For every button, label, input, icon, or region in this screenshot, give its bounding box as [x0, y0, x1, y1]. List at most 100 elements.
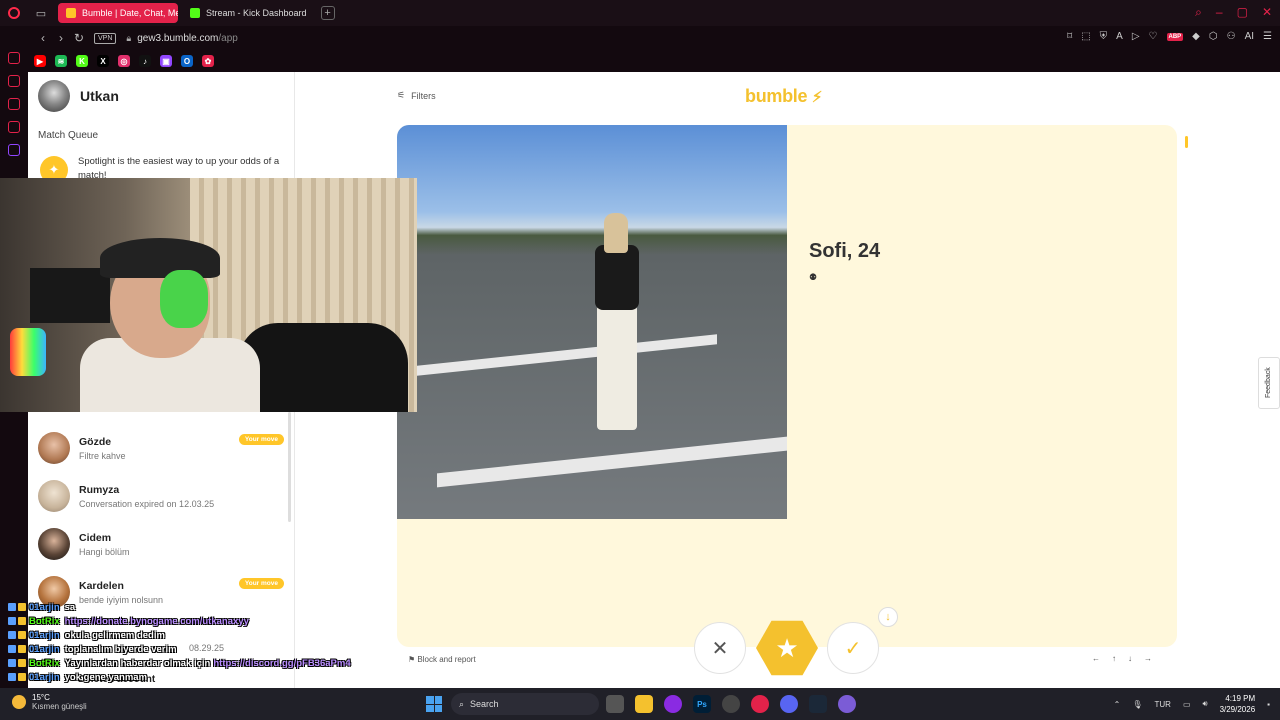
vpn-badge[interactable]: VPN [94, 32, 117, 44]
tab-kick[interactable]: Stream - Kick Dashboard [182, 3, 315, 23]
app-icon[interactable] [664, 695, 682, 713]
system-tray: ⌃ 🎙︎ TUR ▭ 🔊︎ 4:19 PM 3/29/2026 ▪ [1114, 693, 1270, 715]
filters-button[interactable]: ⚟ Filters [397, 90, 436, 101]
like-button[interactable]: ✓ [827, 622, 879, 674]
tab-bumble[interactable]: Bumble | Date, Chat, Meet [58, 3, 178, 23]
list-item[interactable]: Gözde Filtre kahve Your move [38, 428, 288, 468]
url-field[interactable]: gew3.bumble.com/app [137, 33, 238, 44]
conversation-name: Rumyza [79, 483, 120, 496]
app-icon[interactable]: ✿ [202, 55, 214, 67]
volume-icon[interactable]: 🔊︎ [1203, 699, 1208, 709]
clock[interactable]: 4:19 PM 3/29/2026 [1220, 693, 1256, 715]
list-item[interactable]: Cidem Hangi bölüm [38, 524, 288, 564]
window-controls: ⌕ – ▢ ✕ [1195, 5, 1272, 20]
weather-widget[interactable]: 15°C Kısmen güneşli [12, 693, 87, 711]
reload-button[interactable]: ↻ [70, 31, 88, 45]
tab-grid-icon[interactable]: ▭ [28, 0, 54, 26]
conversation-name: Gözde [79, 435, 112, 448]
screen: ▭ Bumble | Date, Chat, Meet Stream - Kic… [0, 0, 1280, 720]
bumble-logo[interactable]: bumble ⚡︎ [745, 86, 822, 107]
conversation-scrollbar[interactable] [288, 412, 291, 522]
x-icon[interactable]: X [97, 55, 109, 67]
start-button[interactable] [426, 696, 442, 712]
lock-icon[interactable]: 🔒︎ [126, 33, 131, 44]
conversation-message: Hangi bölüm [79, 546, 130, 557]
filters-label: Filters [411, 90, 436, 101]
snapshot-icon[interactable]: ⬚ [1081, 31, 1090, 42]
tiktok-icon[interactable]: ♪ [139, 55, 151, 67]
webcam-chair [238, 323, 408, 412]
microphone-icon[interactable]: 🎙︎ [1132, 700, 1142, 709]
messenger-icon[interactable] [8, 98, 20, 110]
back-button[interactable]: ‹ [34, 31, 52, 45]
scroll-down-icon[interactable]: ↓ [878, 607, 898, 627]
pass-button[interactable]: ✕ [694, 622, 746, 674]
discord-icon[interactable] [780, 695, 798, 713]
chat-line: 01arjin toplanalım biyerde verim [8, 642, 388, 656]
close-button[interactable]: ✕ [1262, 5, 1272, 20]
app-icon[interactable] [838, 695, 856, 713]
chat-badges [8, 603, 26, 611]
tab-title: Bumble | Date, Chat, Meet [82, 8, 178, 18]
list-item[interactable]: Rumyza Conversation expired on 12.03.25 [38, 476, 288, 516]
menu-icon[interactable]: ☰ [1263, 31, 1272, 42]
ai-button[interactable]: AI [1245, 31, 1254, 42]
file-explorer-icon[interactable] [635, 695, 653, 713]
profile-name-age: Sofi, 24 [809, 240, 881, 262]
profile-icon[interactable]: ⚇ [1227, 31, 1236, 42]
opera-menu-icon[interactable] [0, 0, 28, 26]
shield-icon[interactable]: ⛨ [1100, 31, 1108, 42]
keyboard-hints: ← ↑ ↓ → [1092, 654, 1152, 663]
puzzle-icon[interactable]: ⬡ [1209, 31, 1218, 42]
obs-icon[interactable] [722, 695, 740, 713]
twitch-sidebar-icon[interactable] [8, 144, 20, 156]
profile-photo[interactable] [397, 125, 787, 519]
new-tab-button[interactable]: + [320, 6, 335, 20]
card-scroll-indicator[interactable] [1185, 136, 1188, 148]
workspace-icon[interactable] [8, 75, 20, 87]
mail-icon[interactable] [8, 121, 20, 133]
chat-line: 01arjin sa [8, 600, 388, 614]
taskbar-apps: Ps [606, 695, 856, 713]
url-domain: gew3.bumble.com [137, 32, 219, 44]
key-right: → [1144, 654, 1152, 663]
translate-icon[interactable]: A [1116, 31, 1123, 42]
search-label: Search [470, 699, 499, 709]
toolbar-icons: ⌑ ⬚ ⛨ A ▷ ♡ ABP ◆ ⬡ ⚇ AI ☰ [1067, 31, 1272, 42]
outlook-icon[interactable]: O [181, 55, 193, 67]
adblock-icon[interactable]: ABP [1166, 32, 1184, 41]
display-icon[interactable]: ▭ [1183, 700, 1191, 709]
chat-link[interactable]: https://discord.gg/pFB36aPm4 [213, 658, 350, 669]
extension-icon[interactable]: ◆ [1192, 31, 1200, 42]
play-icon[interactable]: ▷ [1132, 31, 1140, 42]
block-report-link[interactable]: ⚑ Block and report [408, 655, 476, 664]
crosswalk-stripe [417, 334, 717, 376]
feedback-button[interactable]: Feedback [1258, 357, 1280, 409]
photo-person [587, 213, 647, 438]
photoshop-icon[interactable]: Ps [693, 695, 711, 713]
chevron-up-icon[interactable]: ⌃ [1114, 700, 1121, 709]
forward-button[interactable]: › [52, 31, 70, 45]
heart-icon[interactable]: ♡ [1149, 31, 1158, 42]
minimize-button[interactable]: – [1216, 5, 1223, 20]
language-indicator[interactable]: TUR [1155, 700, 1171, 709]
twitch-icon[interactable]: ▣ [160, 55, 172, 67]
task-view-icon[interactable] [606, 695, 624, 713]
aria-icon[interactable] [8, 52, 20, 64]
maximize-button[interactable]: ▢ [1237, 5, 1248, 20]
opera-taskbar-icon[interactable] [751, 695, 769, 713]
avatar [38, 432, 70, 464]
bookmark-icon[interactable]: ⌑ [1067, 31, 1072, 42]
spotify-icon[interactable]: ≋ [55, 55, 67, 67]
search-icon[interactable]: ⌕ [1195, 5, 1202, 20]
youtube-icon[interactable]: ▶ [34, 55, 46, 67]
kick-icon[interactable]: K [76, 55, 88, 67]
steam-icon[interactable] [809, 695, 827, 713]
instagram-icon[interactable]: ◎ [118, 55, 130, 67]
check-icon: ✓ [844, 637, 862, 660]
notifications-icon[interactable]: ▪ [1267, 700, 1270, 709]
logo-text: bumble [745, 86, 808, 106]
my-profile[interactable]: Utkan [38, 80, 119, 112]
taskbar-search[interactable]: ⌕ Search [451, 693, 599, 715]
windows-taskbar: 15°C Kısmen güneşli ⌕ Search Ps ⌃ 🎙︎ TUR… [0, 688, 1280, 720]
